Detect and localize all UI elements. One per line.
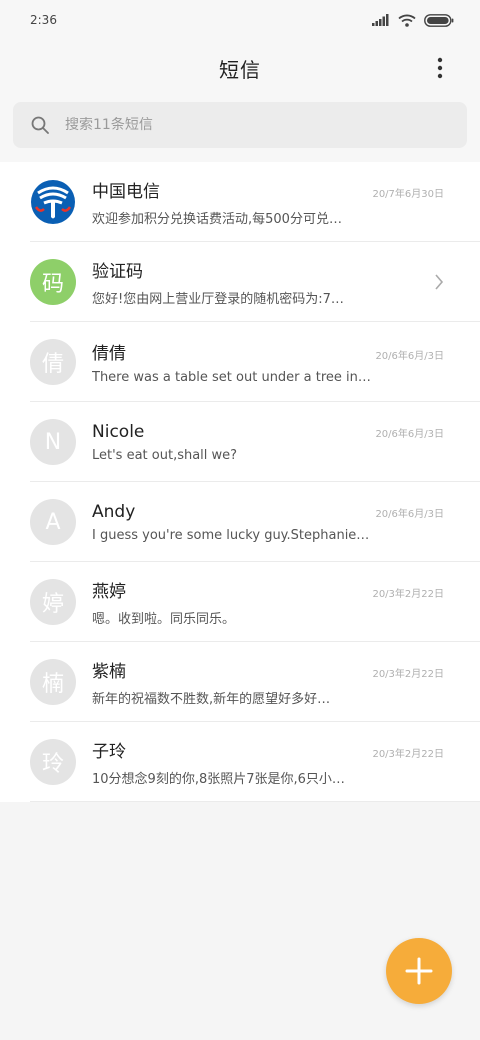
message-date: 20/3年2月22日 xyxy=(372,589,444,600)
conversation-item[interactable]: 婷 燕婷 20/3年2月22日 嗯。收到啦。同乐同乐。 xyxy=(0,562,480,642)
conversation-text: 验证码 您好!您由网上营业厅登录的随机密码为:7… xyxy=(92,257,444,307)
status-time: 2:36 xyxy=(30,13,57,27)
message-preview: I guess you're some lucky guy.Stephanie… xyxy=(92,527,370,543)
conversation-header: 子玲 20/3年2月22日 xyxy=(92,737,444,762)
search-wrap xyxy=(0,96,480,162)
messages-app: 2:36 短信 搜索11条短信 中国电信 20/7年6月30日 欢迎参加积分兑换… xyxy=(0,0,480,1040)
new-message-button[interactable] xyxy=(386,938,452,1004)
message-preview: 欢迎参加积分兑换话费活动,每500分可兑… xyxy=(92,212,342,227)
contact-name: 验证码 xyxy=(92,262,143,282)
conversation-text: Andy 20/6年6月/3日 I guess you're some luck… xyxy=(92,502,444,543)
more-options-button[interactable] xyxy=(426,54,454,82)
conversation-header: 中国电信 20/7年6月30日 xyxy=(92,177,444,202)
status-bar: 2:36 xyxy=(0,0,480,40)
message-date: 20/7年6月30日 xyxy=(372,189,444,200)
message-preview: 嗯。收到啦。同乐同乐。 xyxy=(92,612,236,627)
conversation-list: 中国电信 20/7年6月30日 欢迎参加积分兑换话费活动,每500分可兑… 码 … xyxy=(0,162,480,802)
conversation-header: Nicole 20/6年6月/3日 xyxy=(92,422,444,442)
avatar: 婷 xyxy=(30,579,76,625)
contact-name: 燕婷 xyxy=(92,582,126,602)
china-telecom-logo-icon xyxy=(31,180,75,224)
message-date: 20/6年6月/3日 xyxy=(375,428,444,440)
message-preview: There was a table set out under a tree i… xyxy=(92,370,371,385)
avatar: 玲 xyxy=(30,739,76,785)
conversation-header: 验证码 xyxy=(92,257,444,282)
conversation-text: 燕婷 20/3年2月22日 嗯。收到啦。同乐同乐。 xyxy=(92,577,444,627)
message-date: 20/3年2月22日 xyxy=(372,669,444,680)
contact-name: 子玲 xyxy=(92,742,126,762)
conversation-item[interactable]: 中国电信 20/7年6月30日 欢迎参加积分兑换话费活动,每500分可兑… xyxy=(0,162,480,242)
more-vertical-icon xyxy=(437,57,443,79)
status-icons xyxy=(372,13,454,27)
avatar: 倩 xyxy=(30,339,76,385)
conversation-item[interactable]: 倩 倩倩 20/6年6月/3日 There was a table set ou… xyxy=(0,322,480,402)
conversation-item[interactable]: 楠 紫楠 20/3年2月22日 新年的祝福数不胜数,新年的愿望好多好… xyxy=(0,642,480,722)
conversation-header: 倩倩 20/6年6月/3日 xyxy=(92,339,444,364)
contact-name: 紫楠 xyxy=(92,662,126,682)
message-preview: Let's eat out,shall we? xyxy=(92,447,238,463)
message-preview: 10分想念9刻的你,8张照片7张是你,6只小… xyxy=(92,772,345,787)
message-preview: 新年的祝福数不胜数,新年的愿望好多好… xyxy=(92,692,331,707)
conversation-item[interactable]: 码 验证码 您好!您由网上营业厅登录的随机密码为:7… xyxy=(0,242,480,322)
top-area: 2:36 短信 搜索11条短信 xyxy=(0,0,480,162)
message-date: 20/3年2月22日 xyxy=(372,749,444,760)
avatar: 码 xyxy=(30,259,76,305)
wifi-icon xyxy=(398,14,416,27)
conversation-item[interactable]: A Andy 20/6年6月/3日 I guess you're some lu… xyxy=(0,482,480,562)
conversation-text: 子玲 20/3年2月22日 10分想念9刻的你,8张照片7张是你,6只小… xyxy=(92,737,444,787)
signal-icon xyxy=(372,14,389,26)
conversation-item[interactable]: N Nicole 20/6年6月/3日 Let's eat out,shall … xyxy=(0,402,480,482)
plus-icon xyxy=(405,957,433,985)
chevron-right-icon[interactable] xyxy=(434,274,444,290)
avatar: A xyxy=(30,499,76,545)
conversation-text: 倩倩 20/6年6月/3日 There was a table set out … xyxy=(92,339,444,385)
avatar: N xyxy=(30,419,76,465)
contact-name: Nicole xyxy=(92,421,145,442)
conversation-header: 燕婷 20/3年2月22日 xyxy=(92,577,444,602)
avatar xyxy=(30,179,76,225)
page-title: 短信 xyxy=(219,57,261,82)
avatar: 楠 xyxy=(30,659,76,705)
conversation-text: 中国电信 20/7年6月30日 欢迎参加积分兑换话费活动,每500分可兑… xyxy=(92,177,444,227)
message-preview: 您好!您由网上营业厅登录的随机密码为:7… xyxy=(92,292,344,307)
conversation-text: Nicole 20/6年6月/3日 Let's eat out,shall we… xyxy=(92,422,444,463)
conversation-item[interactable]: 玲 子玲 20/3年2月22日 10分想念9刻的你,8张照片7张是你,6只小… xyxy=(0,722,480,802)
message-date: 20/6年6月/3日 xyxy=(375,508,444,520)
contact-name: 倩倩 xyxy=(92,344,126,364)
message-date: 20/6年6月/3日 xyxy=(375,351,444,362)
contact-name: Andy xyxy=(92,501,136,522)
contact-name: 中国电信 xyxy=(92,182,160,202)
header: 短信 xyxy=(0,40,480,96)
conversation-header: 紫楠 20/3年2月22日 xyxy=(92,657,444,682)
search-icon xyxy=(31,116,49,134)
battery-icon xyxy=(424,13,454,27)
search-bar[interactable] xyxy=(13,102,467,148)
search-input[interactable] xyxy=(65,117,425,133)
conversation-header: Andy 20/6年6月/3日 xyxy=(92,502,444,522)
conversation-text: 紫楠 20/3年2月22日 新年的祝福数不胜数,新年的愿望好多好… xyxy=(92,657,444,707)
